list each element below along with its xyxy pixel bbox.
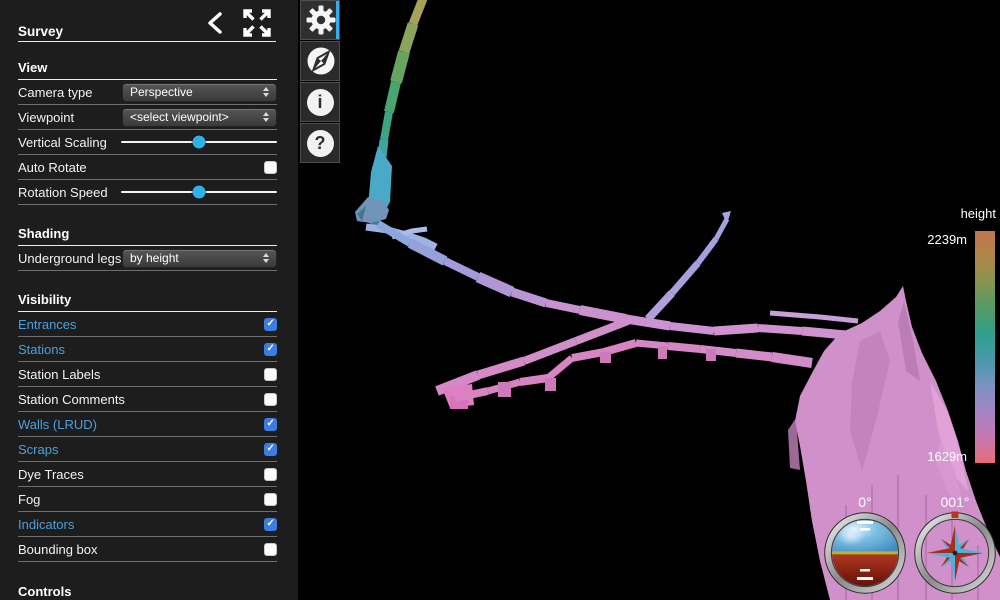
- tab-information[interactable]: i: [300, 82, 340, 122]
- tab-settings[interactable]: [300, 0, 340, 40]
- station-comments-checkbox[interactable]: [264, 392, 277, 406]
- compass-icon: [307, 47, 335, 75]
- underground-legs-select[interactable]: by height: [122, 248, 277, 268]
- cave-3d-viewport[interactable]: height 2239m 1629m 0° 001°: [300, 0, 1000, 600]
- section-shading: Shading Underground legs by height: [18, 226, 277, 271]
- entrances-label: Entrances: [18, 316, 77, 332]
- indicators-checkbox[interactable]: [264, 517, 277, 531]
- station-labels-checkbox[interactable]: [264, 367, 277, 381]
- fog-label: Fog: [18, 491, 41, 507]
- app-window: height 2239m 1629m 0° 001° i ? Survey Vi…: [0, 0, 1000, 600]
- cave-passage-upper: [355, 0, 438, 251]
- viewpoint-row: Viewpoint <select viewpoint>: [18, 105, 277, 130]
- underground-legs-row: Underground legs by height: [18, 246, 277, 271]
- cave-passage-lower: [435, 317, 813, 409]
- rotation-speed-row: Rotation Speed: [18, 180, 277, 205]
- slider-thumb[interactable]: [192, 185, 206, 199]
- walls-checkbox[interactable]: [264, 417, 277, 431]
- scraps-label: Scraps: [18, 441, 59, 457]
- camera-type-row: Camera type Perspective: [18, 80, 277, 105]
- station-comments-label: Station Comments: [18, 391, 125, 407]
- visibility-row-dye-traces: Dye Traces: [18, 462, 277, 487]
- auto-rotate-row: Auto Rotate: [18, 155, 277, 180]
- camera-type-label: Camera type: [18, 84, 93, 100]
- section-heading-view: View: [18, 60, 277, 80]
- section-visibility: Visibility Entrances Stations Station La…: [18, 292, 277, 562]
- section-heading-shading: Shading: [18, 226, 277, 246]
- select-spinner-icon: [263, 253, 269, 263]
- legend-title: height: [960, 206, 996, 221]
- vertical-scaling-slider[interactable]: [121, 130, 277, 155]
- legend-gradient-bar: [975, 231, 995, 463]
- visibility-row-station-comments: Station Comments: [18, 387, 277, 412]
- dye-traces-label: Dye Traces: [18, 466, 84, 482]
- underground-legs-label: Underground legs: [18, 250, 122, 266]
- stations-checkbox[interactable]: [264, 342, 277, 356]
- auto-rotate-checkbox[interactable]: [264, 160, 277, 174]
- gear-icon: [306, 5, 336, 35]
- visibility-row-walls: Walls (LRUD): [18, 412, 277, 437]
- viewpoint-label: Viewpoint: [18, 109, 75, 125]
- indicators-label: Indicators: [18, 516, 75, 532]
- viewpoint-select[interactable]: <select viewpoint>: [122, 107, 277, 127]
- tool-tabbar: i ?: [300, 0, 341, 164]
- panel-title: Survey: [18, 24, 64, 39]
- walls-label: Walls (LRUD): [18, 416, 97, 432]
- visibility-row-indicators: Indicators: [18, 512, 277, 537]
- cave-passage-main: [375, 220, 859, 340]
- stations-label: Stations: [18, 341, 65, 357]
- bounding-box-checkbox[interactable]: [264, 542, 277, 556]
- compass-gauge[interactable]: [914, 511, 996, 594]
- station-labels-label: Station Labels: [18, 366, 101, 382]
- bounding-box-label: Bounding box: [18, 541, 98, 557]
- dye-traces-checkbox[interactable]: [264, 467, 277, 481]
- visibility-row-fog: Fog: [18, 487, 277, 512]
- expand-arrows-icon: [243, 9, 271, 37]
- slider-thumb[interactable]: [192, 135, 206, 149]
- fullscreen-button[interactable]: [238, 4, 276, 45]
- question-icon: ?: [306, 129, 334, 157]
- vertical-scaling-label: Vertical Scaling: [18, 134, 107, 150]
- rotation-speed-slider[interactable]: [121, 180, 277, 205]
- rotation-speed-label: Rotation Speed: [18, 184, 108, 200]
- select-spinner-icon: [263, 87, 269, 97]
- visibility-row-scraps: Scraps: [18, 437, 277, 462]
- collapse-panel-button[interactable]: [202, 6, 228, 43]
- auto-rotate-label: Auto Rotate: [18, 159, 87, 175]
- legend-min-value: 1629m: [927, 449, 967, 464]
- vertical-scaling-row: Vertical Scaling: [18, 130, 277, 155]
- settings-sidebar: Survey View Camera type Perspective View…: [0, 0, 298, 600]
- fog-checkbox[interactable]: [264, 492, 277, 506]
- visibility-row-stations: Stations: [18, 337, 277, 362]
- entrances-checkbox[interactable]: [264, 317, 277, 331]
- orientation-gauges[interactable]: [815, 505, 1000, 600]
- section-view: View Camera type Perspective Viewpoint <…: [18, 60, 277, 205]
- section-heading-visibility: Visibility: [18, 292, 277, 312]
- legend-max-value: 2239m: [927, 232, 967, 247]
- cave-passage-diagonal: [645, 211, 731, 322]
- select-spinner-icon: [263, 112, 269, 122]
- tab-navigation[interactable]: [300, 41, 340, 81]
- pitch-gauge[interactable]: [824, 512, 906, 594]
- info-icon: i: [306, 88, 334, 116]
- visibility-row-bounding-box: Bounding box: [18, 537, 277, 562]
- section-heading-controls: Controls: [18, 584, 72, 599]
- chevron-left-icon: [208, 12, 222, 34]
- section-controls: Controls: [18, 584, 277, 600]
- camera-type-select[interactable]: Perspective: [122, 82, 277, 102]
- visibility-row-station-labels: Station Labels: [18, 362, 277, 387]
- scraps-checkbox[interactable]: [264, 442, 277, 456]
- tab-help[interactable]: ?: [300, 123, 340, 163]
- visibility-row-entrances: Entrances: [18, 312, 277, 337]
